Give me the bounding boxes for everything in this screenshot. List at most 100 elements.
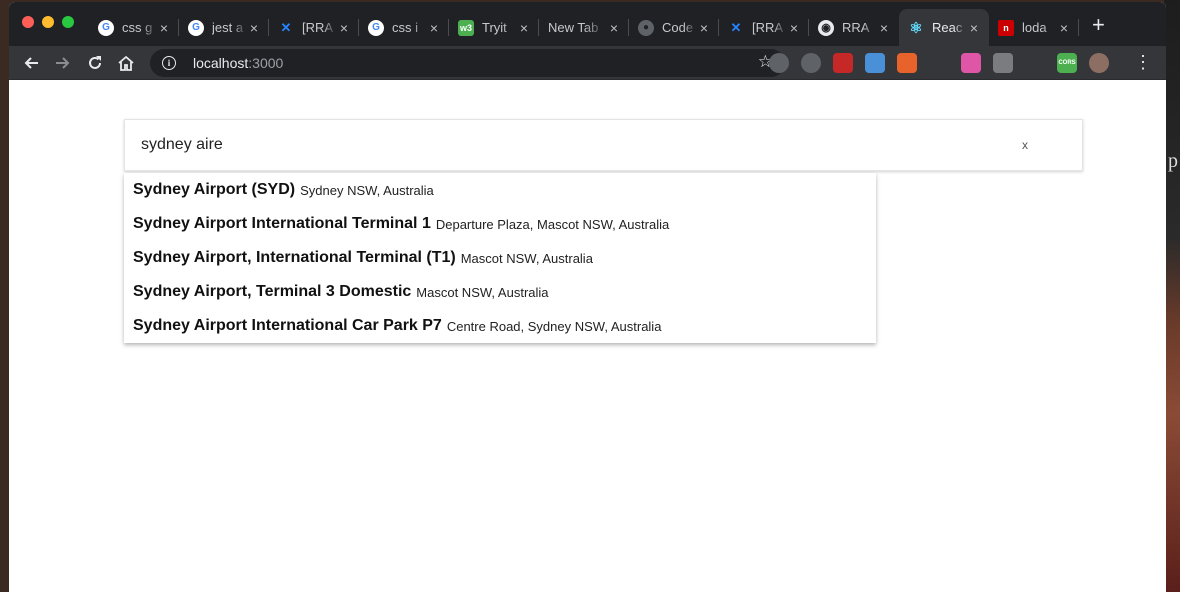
browser-tab[interactable]: w3 Tryit ×	[449, 9, 539, 46]
suggestion-item[interactable]: Sydney Airport International Terminal 1D…	[124, 207, 876, 241]
tab-title: loda	[1022, 20, 1047, 35]
place-search-box: x	[124, 119, 1083, 171]
suggestion-secondary-text: Mascot NSW, Australia	[460, 250, 593, 266]
browser-toolbar: i localhost:3000 ☆ CORS ⋮	[9, 46, 1166, 80]
w3schools-icon: w3	[458, 19, 474, 36]
new-tab-button[interactable]: +	[1092, 14, 1105, 36]
close-tab-icon[interactable]: ×	[697, 20, 711, 36]
extension-9-icon[interactable]	[1025, 53, 1045, 73]
url-text[interactable]: localhost:3000	[193, 55, 283, 71]
close-tab-icon[interactable]: ×	[1057, 20, 1071, 36]
suggestion-secondary-text: Departure Plaza, Mascot NSW, Australia	[435, 216, 670, 232]
home-icon	[118, 55, 134, 71]
globe-icon: ●	[638, 19, 654, 36]
react-icon: ⚛	[909, 19, 923, 37]
close-tab-icon[interactable]: ×	[517, 20, 531, 36]
tab-title: RRA	[842, 20, 870, 35]
tab-title: Reac	[932, 20, 963, 35]
browser-tab[interactable]: Gcss i ×	[359, 9, 449, 46]
minimize-window-button[interactable]	[42, 16, 54, 28]
close-tab-icon[interactable]: ×	[877, 20, 891, 36]
browser-tab[interactable]: Gjest a ×	[179, 9, 269, 46]
address-bar[interactable]: i localhost:3000 ☆	[150, 49, 785, 77]
tab-list: Gcss g × Gjest a × ✕ [RRA × Gcss i × w3 Tryit × New …	[89, 9, 1079, 46]
extension-5-icon[interactable]	[897, 53, 917, 73]
url-host: localhost	[193, 55, 249, 71]
tab-title: [RRA	[752, 20, 784, 35]
reload-button[interactable]	[83, 51, 107, 75]
npm-icon: n	[998, 19, 1014, 36]
window-controls	[22, 16, 74, 28]
maximize-window-button[interactable]	[62, 16, 74, 28]
back-arrow-icon	[24, 57, 38, 69]
browser-tab[interactable]: n loda ×	[989, 9, 1079, 46]
info-icon[interactable]: i	[162, 56, 176, 70]
clear-search-button[interactable]: x	[1022, 138, 1028, 152]
browser-tab[interactable]: ● Code ×	[629, 9, 719, 46]
extension-1-icon[interactable]	[769, 53, 789, 73]
extension-3-icon[interactable]	[833, 53, 853, 73]
tab-title: New Tab	[548, 20, 599, 35]
close-tab-icon[interactable]: ×	[787, 20, 801, 36]
jira-icon: ✕	[280, 19, 292, 35]
suggestion-secondary-text: Sydney NSW, Australia	[300, 182, 434, 198]
forward-arrow-icon	[56, 57, 70, 69]
tab-title: jest a	[212, 20, 244, 35]
extension-4-icon[interactable]	[865, 53, 885, 73]
google-icon: G	[368, 19, 384, 36]
jira-icon: ✕	[730, 19, 742, 35]
browser-menu-icon[interactable]: ⋮	[1134, 52, 1152, 72]
google-icon: G	[188, 19, 204, 36]
tab-title: Tryit	[482, 20, 507, 35]
close-tab-icon[interactable]: ×	[247, 20, 261, 36]
suggestion-item[interactable]: Sydney Airport, International Terminal (…	[124, 241, 876, 275]
cors-extension-icon[interactable]: CORS	[1057, 53, 1077, 73]
close-window-button[interactable]	[22, 16, 34, 28]
browser-tab[interactable]: New Tab ×	[539, 9, 629, 46]
reload-icon	[89, 56, 101, 69]
close-tab-icon[interactable]: ×	[427, 20, 441, 36]
close-tab-icon[interactable]: ×	[967, 20, 981, 36]
page-content: x Sydney Airport (SYD)Sydney NSW, Austra…	[9, 80, 1166, 592]
tab-title: css i	[392, 20, 418, 35]
extension-2-icon[interactable]	[801, 53, 821, 73]
suggestion-secondary-text: Mascot NSW, Australia	[416, 284, 549, 300]
extension-6-icon[interactable]	[929, 53, 949, 73]
url-port: :3000	[248, 55, 284, 71]
close-tab-icon[interactable]: ×	[157, 20, 171, 36]
suggestion-main-text: Sydney Airport, Terminal 3 Domestic	[133, 283, 412, 300]
extensions-bar: CORS	[769, 53, 1109, 73]
close-tab-icon[interactable]: ×	[607, 20, 621, 36]
browser-tab[interactable]: ⚛ Reac ×	[899, 9, 989, 46]
wallpaper-text: p	[1168, 150, 1178, 172]
forward-button[interactable]	[51, 51, 75, 75]
close-tab-icon[interactable]: ×	[337, 20, 351, 36]
suggestion-item[interactable]: Sydney Airport International Car Park P7…	[124, 309, 876, 343]
browser-window: Gcss g × Gjest a × ✕ [RRA × Gcss i × w3 Tryit × New …	[9, 2, 1166, 592]
suggestion-main-text: Sydney Airport, International Terminal (…	[133, 249, 456, 266]
browser-tab[interactable]: ✕ [RRA ×	[269, 9, 359, 46]
back-button[interactable]	[19, 51, 43, 75]
suggestion-main-text: Sydney Airport International Car Park P7	[133, 317, 442, 334]
home-button[interactable]	[114, 51, 138, 75]
suggestions-dropdown: Sydney Airport (SYD) Sydney NSW, Australi…	[124, 173, 876, 343]
suggestion-secondary-text: Centre Road, Sydney NSW, Australia	[446, 318, 662, 334]
suggestion-main-text: Sydney Airport International Terminal 1	[133, 215, 431, 232]
suggestion-main-text: Sydney Airport (SYD)	[133, 181, 296, 198]
desktop-wallpaper: p	[1164, 0, 1180, 592]
tab-title: Code	[662, 20, 694, 35]
tab-title: [RRA	[302, 20, 334, 35]
suggestion-item[interactable]: Sydney Airport, Terminal 3 Domestic Masco…	[124, 275, 876, 309]
tab-strip: Gcss g × Gjest a × ✕ [RRA × Gcss i × w3 Tryit × New …	[9, 2, 1166, 46]
browser-tab[interactable]: ◉ RRA ×	[809, 9, 899, 46]
profile-avatar-icon[interactable]	[1089, 53, 1109, 73]
extension-7-icon[interactable]	[961, 53, 981, 73]
suggestion-item[interactable]: Sydney Airport (SYD) Sydney NSW, Australi…	[124, 173, 876, 207]
github-icon: ◉	[818, 19, 834, 36]
browser-tab[interactable]: ✕ [RRA ×	[719, 9, 809, 46]
browser-tab[interactable]: Gcss g ×	[89, 9, 179, 46]
google-icon: G	[98, 19, 114, 36]
tab-title: css g	[122, 20, 153, 35]
search-input[interactable]	[141, 136, 1001, 154]
extension-8-icon[interactable]	[993, 53, 1013, 73]
